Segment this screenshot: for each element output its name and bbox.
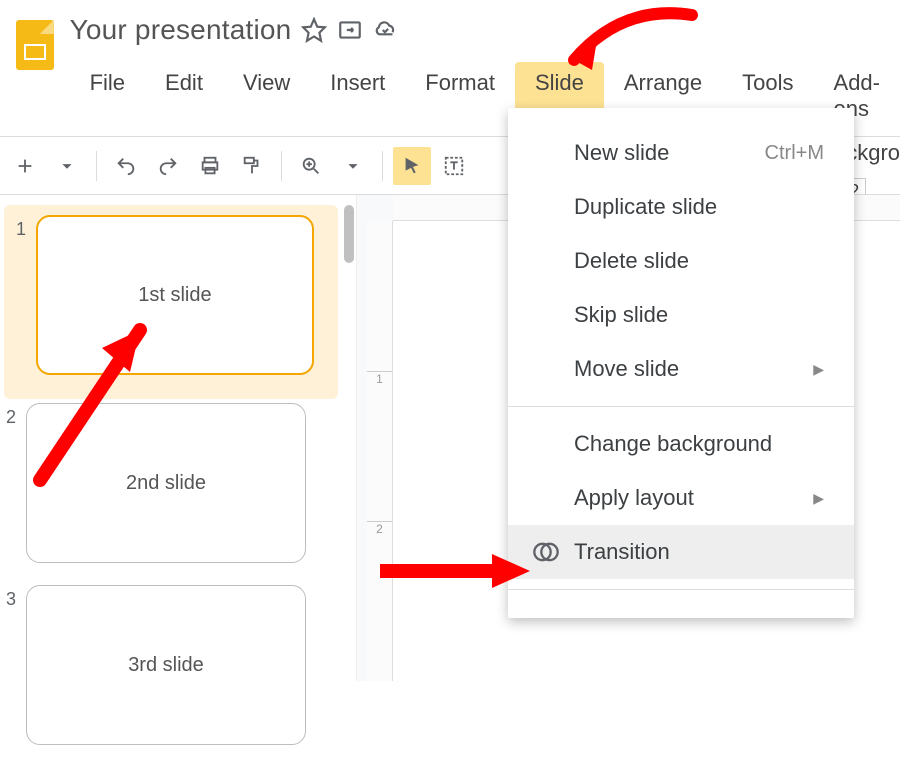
- background-button-partial[interactable]: ckgro: [846, 140, 900, 166]
- transition-icon: [532, 538, 560, 566]
- thumb-number: 1: [16, 215, 36, 375]
- zoom-dropdown[interactable]: [334, 147, 372, 185]
- new-slide-dropdown[interactable]: [48, 147, 86, 185]
- text-box-button[interactable]: [435, 147, 473, 185]
- toolbar-separator: [382, 151, 383, 181]
- menu-item-label: Duplicate slide: [574, 194, 717, 220]
- menu-separator: [508, 589, 854, 590]
- redo-button[interactable]: [149, 147, 187, 185]
- menu-apply-layout[interactable]: Apply layout ▶: [508, 471, 854, 525]
- menu-move-slide[interactable]: Move slide ▶: [508, 342, 854, 396]
- cloud-saved-icon[interactable]: [373, 17, 399, 43]
- menu-format[interactable]: Format: [405, 62, 515, 130]
- menu-file[interactable]: File: [70, 62, 145, 130]
- zoom-button[interactable]: [292, 147, 330, 185]
- slide-thumbnail[interactable]: 1st slide: [36, 215, 314, 375]
- submenu-arrow-icon: ▶: [813, 490, 824, 507]
- menu-item-label: Skip slide: [574, 302, 668, 328]
- thumb-number: 2: [6, 403, 26, 563]
- app-logo[interactable]: [14, 20, 56, 70]
- menu-duplicate-slide[interactable]: Duplicate slide: [508, 180, 854, 234]
- thumb-number: 3: [6, 585, 26, 745]
- star-icon[interactable]: [301, 17, 327, 43]
- toolbar-separator: [281, 151, 282, 181]
- ruler-tick: 1: [367, 371, 392, 386]
- slide-thumbnails: 1 1st slide 2 2nd slide 3 3rd slide: [0, 195, 342, 681]
- menu-view[interactable]: View: [223, 62, 310, 130]
- menu-new-slide[interactable]: New slide Ctrl+M: [508, 126, 854, 180]
- slide-thumbnail[interactable]: 2nd slide: [26, 403, 306, 563]
- menu-item-label: Transition: [574, 539, 670, 565]
- toolbar-separator: [96, 151, 97, 181]
- menu-item-label: Delete slide: [574, 248, 689, 274]
- menu-item-label: New slide: [574, 140, 669, 166]
- slide-thumbnail[interactable]: 3rd slide: [26, 585, 306, 745]
- slide-menu-dropdown: New slide Ctrl+M Duplicate slide Delete …: [508, 108, 854, 618]
- menu-item-label: Move slide: [574, 356, 679, 382]
- thumbnails-scrollbar[interactable]: [342, 195, 356, 681]
- doc-title[interactable]: Your presentation: [70, 14, 292, 46]
- menu-delete-slide[interactable]: Delete slide: [508, 234, 854, 288]
- menu-insert[interactable]: Insert: [310, 62, 405, 130]
- select-tool-button[interactable]: [393, 147, 431, 185]
- new-slide-button[interactable]: [6, 147, 44, 185]
- menu-skip-slide[interactable]: Skip slide: [508, 288, 854, 342]
- paint-format-button[interactable]: [233, 147, 271, 185]
- menu-edit[interactable]: Edit: [145, 62, 223, 130]
- move-to-folder-icon[interactable]: [337, 17, 363, 43]
- menu-shortcut: Ctrl+M: [765, 142, 824, 165]
- ruler-tick: 2: [367, 521, 392, 536]
- undo-button[interactable]: [107, 147, 145, 185]
- print-button[interactable]: [191, 147, 229, 185]
- menu-item-label: Change background: [574, 431, 772, 457]
- menu-item-label: Apply layout: [574, 485, 694, 511]
- submenu-arrow-icon: ▶: [813, 361, 824, 378]
- menu-separator: [508, 406, 854, 407]
- ruler-vertical[interactable]: 1 2: [367, 221, 393, 681]
- menu-transition[interactable]: Transition: [508, 525, 854, 579]
- menu-change-background[interactable]: Change background: [508, 417, 854, 471]
